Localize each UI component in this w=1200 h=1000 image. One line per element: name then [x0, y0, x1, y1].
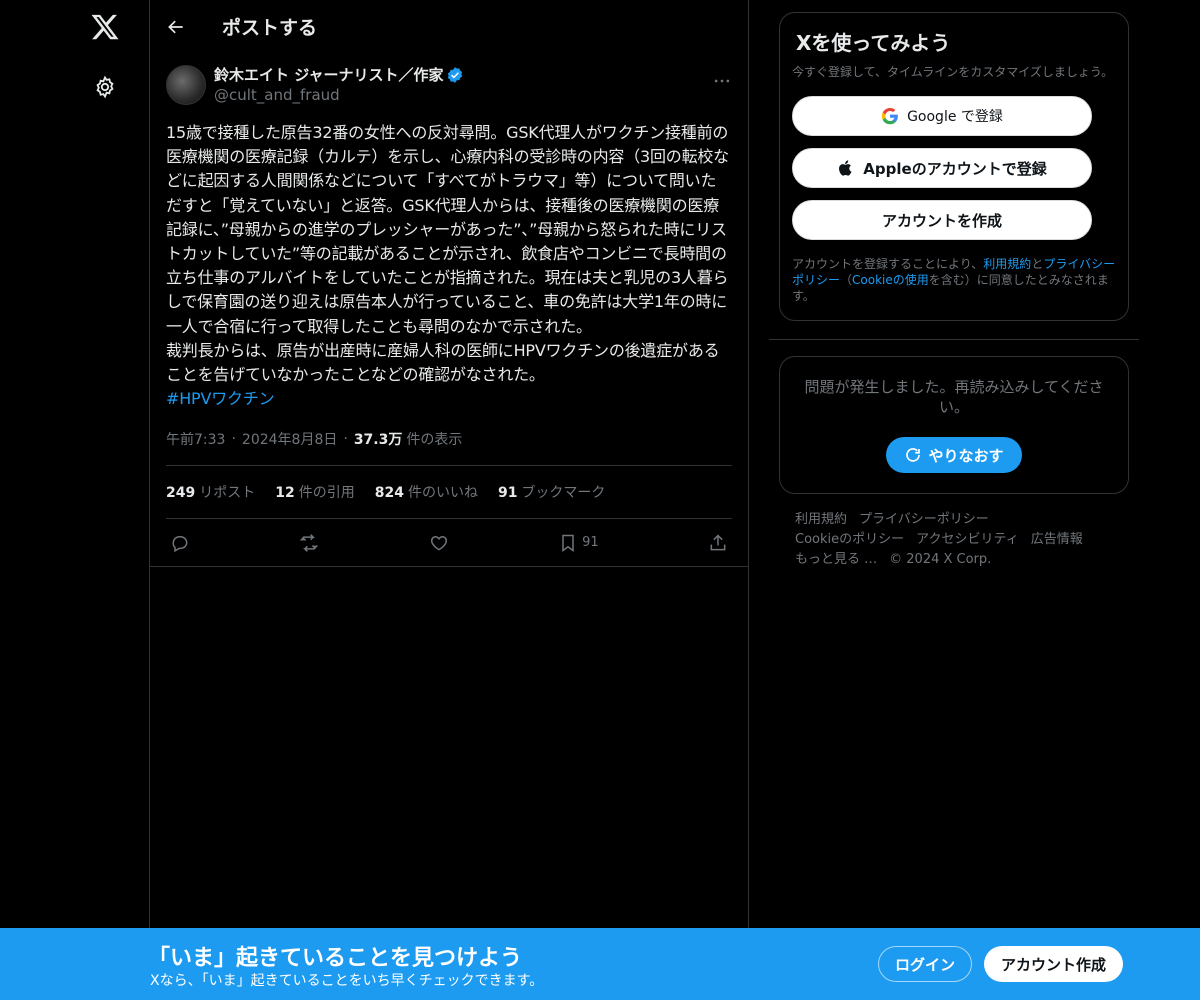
stat-quotes[interactable]: 12 件の引用: [275, 482, 354, 502]
banner-subtitle: Xなら、「いま」起きていることをいち早くチェックできます。: [150, 973, 544, 989]
reposts-count: 249: [166, 485, 196, 502]
legal-notice: アカウントを登録することにより、利用規約とプライバシーポリシー（Cookieの使…: [792, 256, 1116, 304]
footer-link-more[interactable]: もっと見る …: [795, 552, 877, 567]
avatar[interactable]: [166, 65, 206, 105]
footer-link-terms[interactable]: 利用規約: [795, 512, 847, 527]
cookie-link[interactable]: Cookieの使用: [852, 273, 929, 287]
banner-title: 「いま」起きていることを見つけよう: [148, 946, 523, 971]
post: 鈴木エイト ジャーナリスト／作家 @cult_and_fraud 15歳で接種し…: [150, 53, 748, 568]
error-message: 問題が発生しました。再読み込みしてください。: [804, 378, 1104, 416]
legal-and: と: [1031, 257, 1044, 271]
bookmarks-count: 91: [497, 485, 518, 502]
post-actions: 91: [150, 519, 748, 568]
x-logo-icon[interactable]: [90, 12, 120, 42]
bookmark-icon: [562, 534, 574, 552]
views-count: 37.3万: [353, 432, 403, 449]
author-names: 鈴木エイト ジャーナリスト／作家 @cult_and_fraud: [214, 65, 464, 105]
post-body: 15歳で接種した原告32番の女性への反対尋問。GSK代理人がワクチン接種前の医療…: [166, 123, 729, 385]
footer-link-cookie[interactable]: Cookieのポリシー: [795, 532, 904, 547]
footer-link-ads[interactable]: 広告情報: [1031, 532, 1083, 547]
signup-card-subtitle: 今すぐ登録して、タイムラインをカスタマイズしましょう。: [792, 65, 1114, 79]
right-sidebar: Xを使ってみよう 今すぐ登録して、タイムラインをカスタマイズしましょう。 Goo…: [769, 12, 1139, 570]
repost-icon: [300, 534, 319, 552]
signup-card-title: Xを使ってみよう: [796, 31, 951, 55]
left-nav: [60, 0, 150, 1000]
views-label: 件の表示: [406, 432, 463, 449]
author-name-row[interactable]: 鈴木エイト ジャーナリスト／作家: [214, 65, 464, 85]
footer-link-privacy[interactable]: プライバシーポリシー: [859, 512, 989, 527]
share-icon: [710, 534, 726, 551]
copyright: © 2024 X Corp.: [889, 552, 992, 567]
apple-signup-label: Appleのアカウントで登録: [863, 159, 1047, 178]
stat-bookmarks[interactable]: 91 ブックマーク: [498, 482, 605, 502]
post-date[interactable]: 2024年8月8日: [242, 429, 337, 449]
apple-icon: [839, 160, 852, 176]
post-text: 15歳で接種した原告32番の女性への反対尋問。GSK代理人がワクチン接種前の医療…: [166, 121, 732, 411]
quotes-label: 件の引用: [298, 485, 355, 502]
google-icon: [881, 107, 898, 125]
create-account-label: アカウントを作成: [881, 211, 1002, 230]
footer-link-accessibility[interactable]: アクセシビリティ: [916, 532, 1019, 547]
retry-button[interactable]: やりなおす: [886, 437, 1022, 473]
apple-signup-button[interactable]: Appleのアカウントで登録: [792, 148, 1092, 188]
divider: [769, 339, 1139, 340]
create-account-button[interactable]: アカウントを作成: [792, 200, 1092, 240]
bookmark-count: 91: [582, 535, 599, 551]
author-name[interactable]: 鈴木エイト ジャーナリスト／作家: [214, 65, 443, 85]
arrow-left-icon[interactable]: [166, 17, 186, 37]
google-signup-button[interactable]: Google で登録: [792, 96, 1092, 136]
verified-badge-icon: [448, 67, 463, 83]
footer-links: 利用規約 プライバシーポリシー Cookieのポリシー アクセシビリティ 広告情報 も…: [779, 510, 1129, 570]
bookmark-button[interactable]: 91: [558, 533, 599, 553]
retry-label: やりなおす: [928, 446, 1004, 465]
heart-icon: [430, 535, 447, 551]
google-signup-label: Google で登録: [907, 109, 1003, 125]
stat-reposts[interactable]: 249 リポスト: [166, 482, 255, 502]
bottom-signup-banner: 「いま」起きていることを見つけよう Xなら、「いま」起きていることをいち早くチェ…: [0, 928, 1200, 1000]
error-card: 問題が発生しました。再読み込みしてください。 やりなおす: [779, 356, 1129, 494]
refresh-icon: [906, 448, 921, 462]
reply-icon: [172, 535, 188, 553]
page-header: ポストする: [150, 0, 748, 53]
like-button[interactable]: [429, 533, 449, 553]
separator: ·: [231, 431, 236, 448]
legal-paren: （: [840, 273, 853, 287]
likes-label: 件のいいね: [407, 485, 478, 502]
terms-link[interactable]: 利用規約: [983, 257, 1031, 271]
author-handle[interactable]: @cult_and_fraud: [214, 85, 464, 105]
bookmarks-label: ブックマーク: [521, 485, 606, 502]
hashtag-link[interactable]: #HPVワクチン: [166, 389, 275, 408]
reply-button[interactable]: [170, 533, 190, 553]
gear-icon[interactable]: [93, 75, 117, 99]
post-stats: 249 リポスト 12 件の引用 824 件のいいね 91 ブックマーク: [166, 466, 732, 520]
signup-card: Xを使ってみよう 今すぐ登録して、タイムラインをカスタマイズしましょう。 Goo…: [779, 12, 1129, 321]
main-column: ポストする 鈴木エイト ジャーナリスト／作家 @cult_and_fraud 1…: [149, 0, 749, 1000]
legal-prefix: アカウントを登録することにより、: [792, 257, 984, 271]
repost-button[interactable]: [299, 533, 319, 553]
likes-count: 824: [374, 485, 404, 502]
separator: ·: [343, 431, 348, 448]
more-options-icon[interactable]: [712, 71, 732, 91]
login-button[interactable]: ログイン: [878, 946, 972, 982]
post-time[interactable]: 午前7:33: [166, 429, 225, 449]
page-title: ポストする: [222, 17, 318, 39]
reposts-label: リポスト: [199, 485, 256, 502]
quotes-count: 12: [275, 485, 295, 502]
signup-button[interactable]: アカウント作成: [984, 946, 1123, 982]
stat-likes[interactable]: 824 件のいいね: [375, 482, 478, 502]
share-button[interactable]: [708, 533, 728, 553]
post-meta: 午前7:33 · 2024年8月8日 · 37.3万 件の表示: [166, 429, 732, 467]
post-author-row: 鈴木エイト ジャーナリスト／作家 @cult_and_fraud: [166, 65, 732, 105]
